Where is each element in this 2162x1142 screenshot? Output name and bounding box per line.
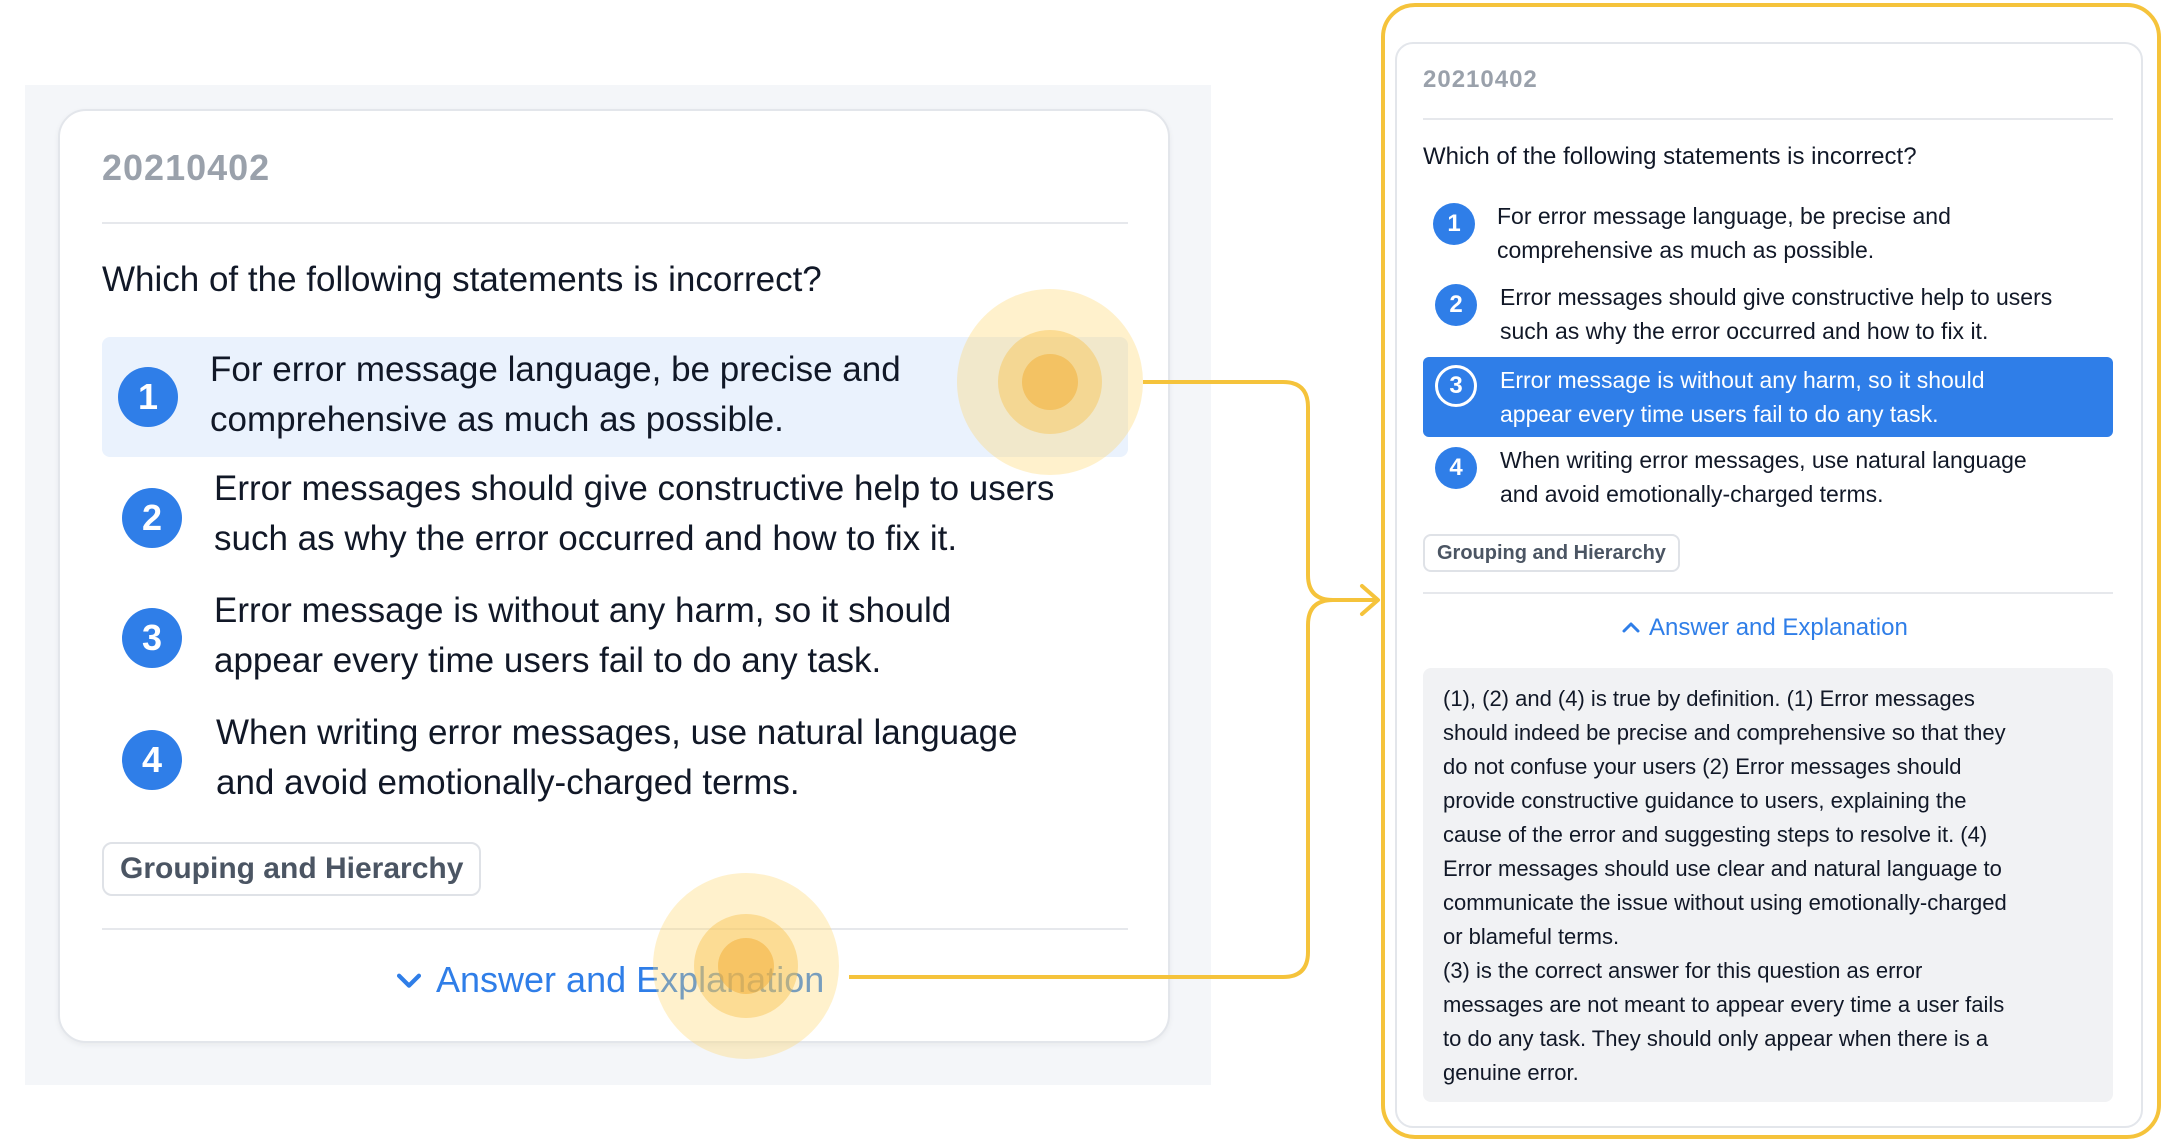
explanation-line: should indeed be precise and comprehensi…: [1443, 720, 2006, 745]
explanation-line: Error messages should use clear and natu…: [1443, 856, 2002, 881]
explanation-line: (1), (2) and (4) is true by definition. …: [1443, 686, 1975, 711]
explanation-line: or blameful terms.: [1443, 924, 1620, 949]
answer-toggle-label: Answer and Explanation: [1649, 614, 1908, 641]
explanation-line: genuine error.: [1443, 1060, 1579, 1085]
divider: [1423, 592, 2113, 594]
answer-toggle-button[interactable]: Answer and Explanation: [1619, 614, 1908, 642]
explanation-line: messages are not meant to appear every t…: [1443, 992, 2005, 1017]
option-1[interactable]: 1 For error message language, be precise…: [1423, 195, 2113, 275]
explanation-line: do not confuse your users (2) Error mess…: [1443, 754, 1962, 779]
option-text: For error message language, be precise a…: [1497, 203, 1951, 263]
question-id: 20210402: [1423, 66, 1538, 93]
option-2[interactable]: 2 Error messages should give constructiv…: [1423, 276, 2113, 356]
option-number-badge: 1: [1433, 203, 1475, 245]
explanation-line: provide constructive guidance to users, …: [1443, 788, 1967, 813]
option-3-selected[interactable]: 3 Error message is without any harm, so …: [1423, 357, 2113, 437]
option-number-badge: 3: [1435, 365, 1477, 407]
option-number-badge: 4: [1435, 447, 1477, 489]
explanation-line: to do any task. They should only appear …: [1443, 1026, 1989, 1051]
explanation-panel: (1), (2) and (4) is true by definition. …: [1423, 668, 2113, 1102]
option-number-badge: 2: [1435, 284, 1477, 326]
answer-card: 20210402 Which of the following statemen…: [1395, 42, 2143, 1128]
option-text: Error messages should give constructive …: [1500, 284, 2053, 344]
divider: [1423, 118, 2113, 120]
explanation-line: communicate the issue without using emot…: [1443, 890, 2007, 915]
chevron-up-icon: [1622, 622, 1640, 633]
category-tag[interactable]: Grouping and Hierarchy: [1423, 534, 1680, 572]
explanation-line: cause of the error and suggesting steps …: [1443, 822, 1988, 847]
question-text: Which of the following statements is inc…: [1423, 143, 1917, 170]
option-4[interactable]: 4 When writing error messages, use natur…: [1423, 441, 2113, 521]
option-text: Error message is without any harm, so it…: [1500, 367, 1985, 427]
option-text: When writing error messages, use natural…: [1500, 447, 2027, 507]
explanation-line: (3) is the correct answer for this quest…: [1443, 958, 1923, 983]
